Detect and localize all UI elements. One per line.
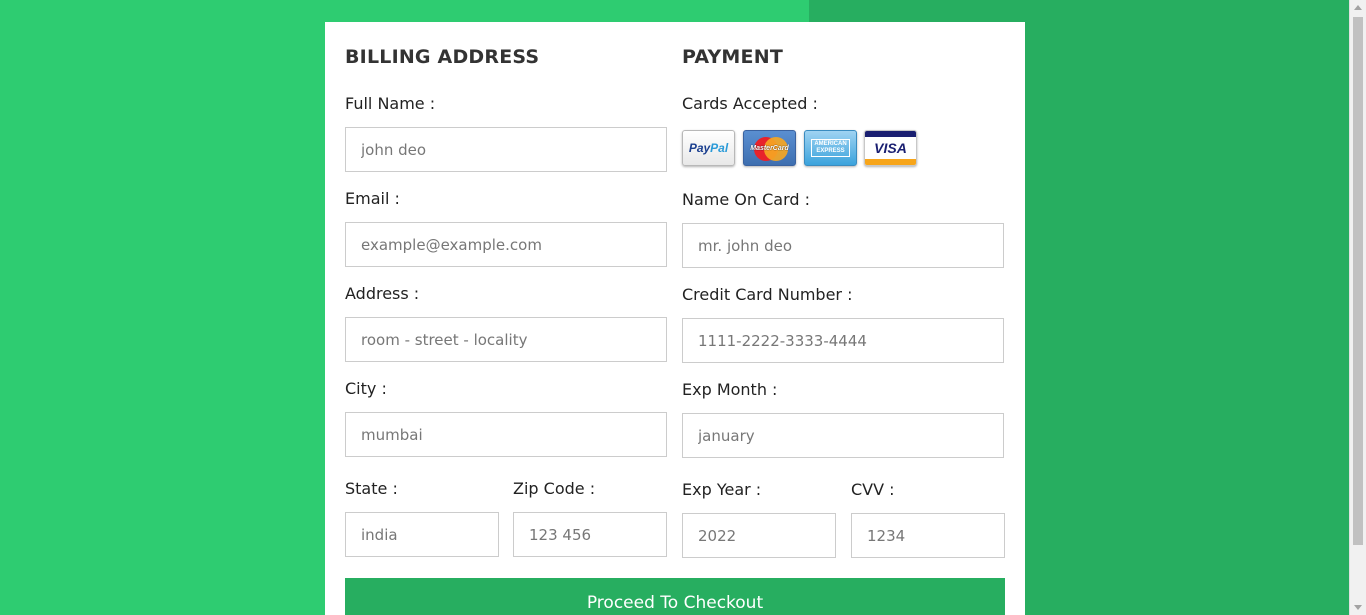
city-input[interactable]: [345, 412, 667, 457]
cvv-label: CVV :: [851, 480, 895, 499]
email-input[interactable]: [345, 222, 667, 267]
payment-title: PAYMENT: [682, 46, 783, 68]
visa-icon: VISA: [864, 130, 917, 166]
card-number-input[interactable]: [682, 318, 1004, 363]
state-input[interactable]: [345, 512, 499, 557]
visa-bottom-stripe: [865, 159, 916, 165]
zip-code-label: Zip Code :: [513, 479, 596, 498]
amex-box: AMERICAN EXPRESS: [811, 139, 850, 157]
city-label: City :: [345, 379, 387, 398]
mastercard-icon: MasterCard: [743, 130, 796, 166]
mastercard-text: MasterCard: [750, 144, 789, 152]
card-number-label: Credit Card Number :: [682, 285, 853, 304]
scrollbar-thumb[interactable]: [1353, 17, 1363, 545]
paypal-icon: Pay Pal: [682, 130, 735, 166]
proceed-to-checkout-button[interactable]: Proceed To Checkout: [345, 578, 1005, 615]
exp-year-label: Exp Year :: [682, 480, 762, 499]
cvv-input[interactable]: [851, 513, 1005, 558]
scroll-down-icon[interactable]: [1354, 605, 1362, 610]
visa-top-stripe: [865, 131, 916, 137]
address-input[interactable]: [345, 317, 667, 362]
cards-accepted-label: Cards Accepted :: [682, 94, 818, 113]
name-on-card-input[interactable]: [682, 223, 1004, 268]
amex-line-1: AMERICAN: [814, 141, 847, 147]
checkout-form: BILLING ADDRESS Full Name : Email : Addr…: [325, 22, 1025, 615]
exp-year-input[interactable]: [682, 513, 836, 558]
address-label: Address :: [345, 284, 420, 303]
full-name-input[interactable]: [345, 127, 667, 172]
vertical-scrollbar[interactable]: [1349, 0, 1366, 615]
full-name-label: Full Name :: [345, 94, 436, 113]
amex-icon: AMERICAN EXPRESS: [804, 130, 857, 166]
amex-line-2: EXPRESS: [816, 148, 845, 154]
email-label: Email :: [345, 189, 400, 208]
state-label: State :: [345, 479, 398, 498]
visa-text: VISA: [874, 140, 907, 156]
scroll-up-icon[interactable]: [1354, 5, 1362, 10]
paypal-text-b: Pal: [710, 141, 729, 155]
name-on-card-label: Name On Card :: [682, 190, 811, 209]
exp-month-label: Exp Month :: [682, 380, 778, 399]
zip-code-input[interactable]: [513, 512, 667, 557]
exp-month-input[interactable]: [682, 413, 1004, 458]
billing-title: BILLING ADDRESS: [345, 46, 540, 68]
paypal-text-a: Pay: [688, 141, 711, 155]
